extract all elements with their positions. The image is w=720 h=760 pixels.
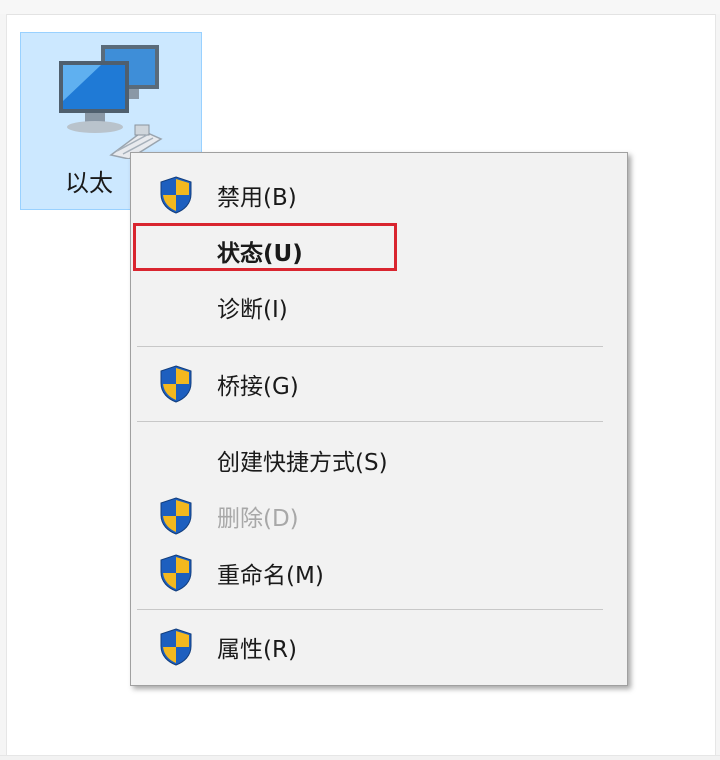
- menu-item-label: 删除(D): [217, 506, 299, 532]
- menu-item-label: 禁用(B): [217, 185, 297, 211]
- menu-item-create-shortcut[interactable]: 创建快捷方式(S): [131, 437, 627, 483]
- menu-item-label: 创建快捷方式(S): [217, 450, 388, 476]
- menu-item-delete: 删除(D): [131, 493, 627, 539]
- menu-item-rename[interactable]: 重命名(M): [131, 550, 627, 596]
- menu-item-disable[interactable]: 禁用(B): [131, 172, 627, 218]
- window-left-border: [0, 14, 7, 760]
- context-menu: 禁用(B) 状态(U) 诊断(I) 桥接(G) 创建快捷方式(S) 删除(D): [130, 152, 628, 686]
- window-right-border: [715, 14, 720, 760]
- menu-item-label: 桥接(G): [217, 374, 299, 400]
- menu-separator: [137, 609, 603, 610]
- menu-item-label: 重命名(M): [217, 563, 324, 589]
- highlight-box: [133, 223, 397, 271]
- uac-shield-icon: [160, 554, 192, 592]
- menu-separator: [137, 421, 603, 422]
- menu-item-diagnose[interactable]: 诊断(I): [131, 284, 627, 330]
- uac-shield-icon: [160, 365, 192, 403]
- uac-shield-icon: [160, 628, 192, 666]
- window-top-border: [0, 0, 720, 15]
- menu-item-properties[interactable]: 属性(R): [131, 624, 627, 670]
- menu-item-bridge[interactable]: 桥接(G): [131, 361, 627, 407]
- ethernet-adapter-label: 以太: [65, 169, 113, 197]
- menu-item-label: 属性(R): [217, 637, 297, 663]
- menu-item-label: 诊断(I): [217, 297, 288, 323]
- menu-separator: [137, 346, 603, 347]
- uac-shield-icon: [160, 176, 192, 214]
- uac-shield-icon: [160, 497, 192, 535]
- window-bottom-border: [0, 755, 720, 760]
- network-computer-icon: [59, 45, 163, 159]
